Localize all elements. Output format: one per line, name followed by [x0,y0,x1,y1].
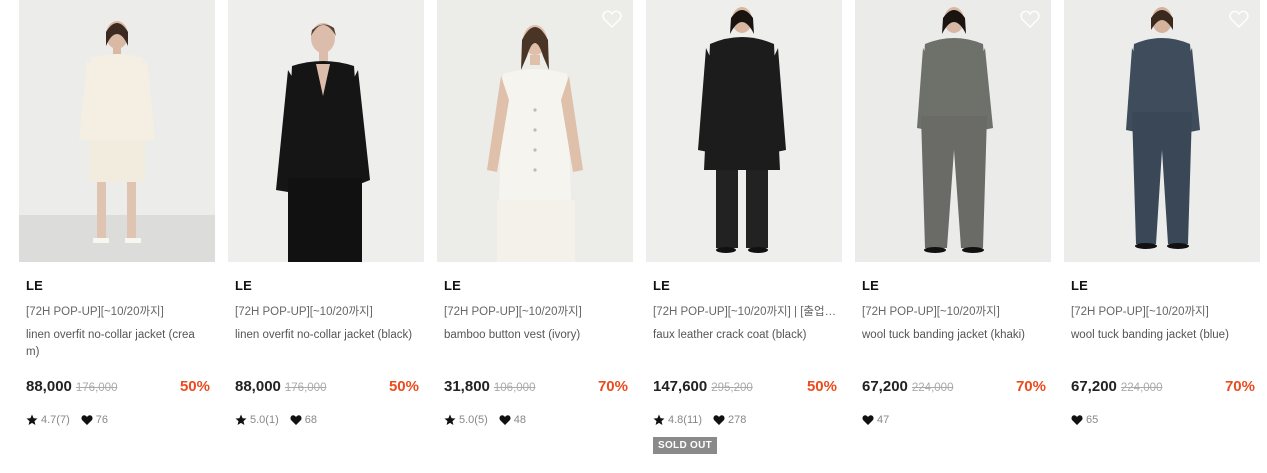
rating-value: 5.0(5) [459,414,488,426]
product-name[interactable]: wool tuck banding jacket (khaki) [862,327,1044,344]
brand-name[interactable]: LE [235,278,252,293]
promo-text: [72H POP-UP][~10/20까지] [862,306,1000,318]
product-image[interactable] [1064,0,1260,262]
original-price: 224,000 [911,382,954,394]
price-row: 67,200 224,000 70% [1071,378,1257,398]
product-card[interactable]: LE [72H POP-UP][~10/20까지] wool tuck band… [1064,0,1260,473]
star-icon [653,414,665,425]
promo-text: [72H POP-UP][~10/20까지] [26,306,164,318]
brand-name[interactable]: LE [26,278,43,293]
product-card[interactable]: LE [72H POP-UP][~10/20까지] | [출업 ... faux… [646,0,842,473]
rating-value: 5.0(1) [250,414,279,426]
product-card[interactable]: LE [72H POP-UP][~10/20까지] bamboo button … [437,0,633,473]
price-row: 147,600 295,200 50% [653,378,839,398]
likes-count: 48 [513,414,526,426]
price-row: 67,200 224,000 70% [862,378,1048,398]
price-row: 88,000 176,000 50% [235,378,421,398]
sale-price: 88,000 176,000 [26,378,117,395]
brand-name[interactable]: LE [653,278,670,293]
price-row: 31,800 106,000 70% [444,378,630,398]
heart-icon [1071,415,1083,425]
discount-rate: 50% [179,378,210,395]
product-image[interactable] [437,0,633,262]
star-icon [26,414,38,425]
product-meta: 5.0(5) 48 [444,412,526,428]
likes-count: 68 [304,414,317,426]
discount-rate: 70% [1015,378,1046,395]
product-meta: 47 [862,412,889,428]
brand-name[interactable]: LE [862,278,879,293]
promo-text: [72H POP-UP][~10/20까지] [1071,306,1209,318]
product-image[interactable] [228,0,424,262]
discount-rate: 70% [1224,378,1255,395]
product-grid: LE [72H POP-UP][~10/20까지] linen overfit … [0,0,1267,473]
product-image[interactable] [19,0,215,262]
wishlist-heart-icon[interactable] [601,8,623,30]
heart-icon [713,415,725,425]
heart-icon [290,415,302,425]
wishlist-heart-icon[interactable] [1019,8,1041,30]
price-row: 88,000 176,000 50% [26,378,212,398]
likes-count: 278 [728,414,747,426]
promo-text: [72H POP-UP][~10/20까지] [235,306,373,318]
likes-count: 65 [1086,414,1099,426]
brand-name[interactable]: LE [444,278,461,293]
product-meta: 5.0(1) 68 [235,412,317,428]
product-card[interactable]: LE [72H POP-UP][~10/20까지] linen overfit … [228,0,424,473]
sale-price-value: 67,200 [862,378,908,395]
product-name[interactable]: wool tuck banding jacket (blue) [1071,327,1253,344]
sale-price-value: 88,000 [26,378,72,395]
product-meta: 65 [1071,412,1098,428]
wishlist-heart-icon[interactable] [1228,8,1250,30]
discount-rate: 50% [806,378,837,395]
rating-value: 4.8(11) [668,414,703,426]
original-price: 295,200 [711,382,753,394]
star-icon [235,414,247,425]
original-price: 176,000 [284,382,327,394]
discount-rate: 70% [597,378,628,395]
original-price: 106,000 [493,382,536,394]
product-name[interactable]: faux leather crack coat (black) [653,327,835,344]
product-card[interactable]: LE [72H POP-UP][~10/20까지] wool tuck band… [855,0,1051,473]
sale-price-value: 67,200 [1071,378,1117,395]
discount-rate: 50% [388,378,419,395]
product-card[interactable]: LE [72H POP-UP][~10/20까지] linen overfit … [19,0,215,473]
likes-count: 47 [877,414,890,426]
sale-price: 31,800 106,000 [444,378,535,395]
sold-out-badge: SOLD OUT [653,437,718,454]
product-image[interactable] [646,0,842,262]
heart-icon [499,415,511,425]
original-price: 176,000 [75,382,118,394]
sale-price: 67,200 224,000 [862,378,953,395]
sale-price: 88,000 176,000 [235,378,326,395]
product-meta: 4.8(11) 278 [653,412,746,428]
heart-icon [862,415,874,425]
product-name[interactable]: linen overfit no-collar jacket (black) [235,327,417,344]
product-image[interactable] [855,0,1051,262]
brand-name[interactable]: LE [1071,278,1088,293]
sale-price-value: 88,000 [235,378,281,395]
star-icon [444,414,456,425]
original-price: 224,000 [1120,382,1163,394]
product-meta: 4.7(7) 76 [26,412,108,428]
product-name[interactable]: bamboo button vest (ivory) [444,327,626,344]
sale-price: 147,600 295,200 [653,378,753,395]
rating-value: 4.7(7) [41,414,70,426]
sale-price-value: 147,600 [653,378,708,395]
sale-price: 67,200 224,000 [1071,378,1162,395]
promo-text: [72H POP-UP][~10/20까지] [444,306,582,318]
product-name[interactable]: linen overfit no-collar jacket (cream) [26,327,208,361]
sale-price-value: 31,800 [444,378,490,395]
likes-count: 76 [95,414,108,426]
heart-icon [81,415,93,425]
promo-text: [72H POP-UP][~10/20까지] | [출업 ... [653,306,837,318]
